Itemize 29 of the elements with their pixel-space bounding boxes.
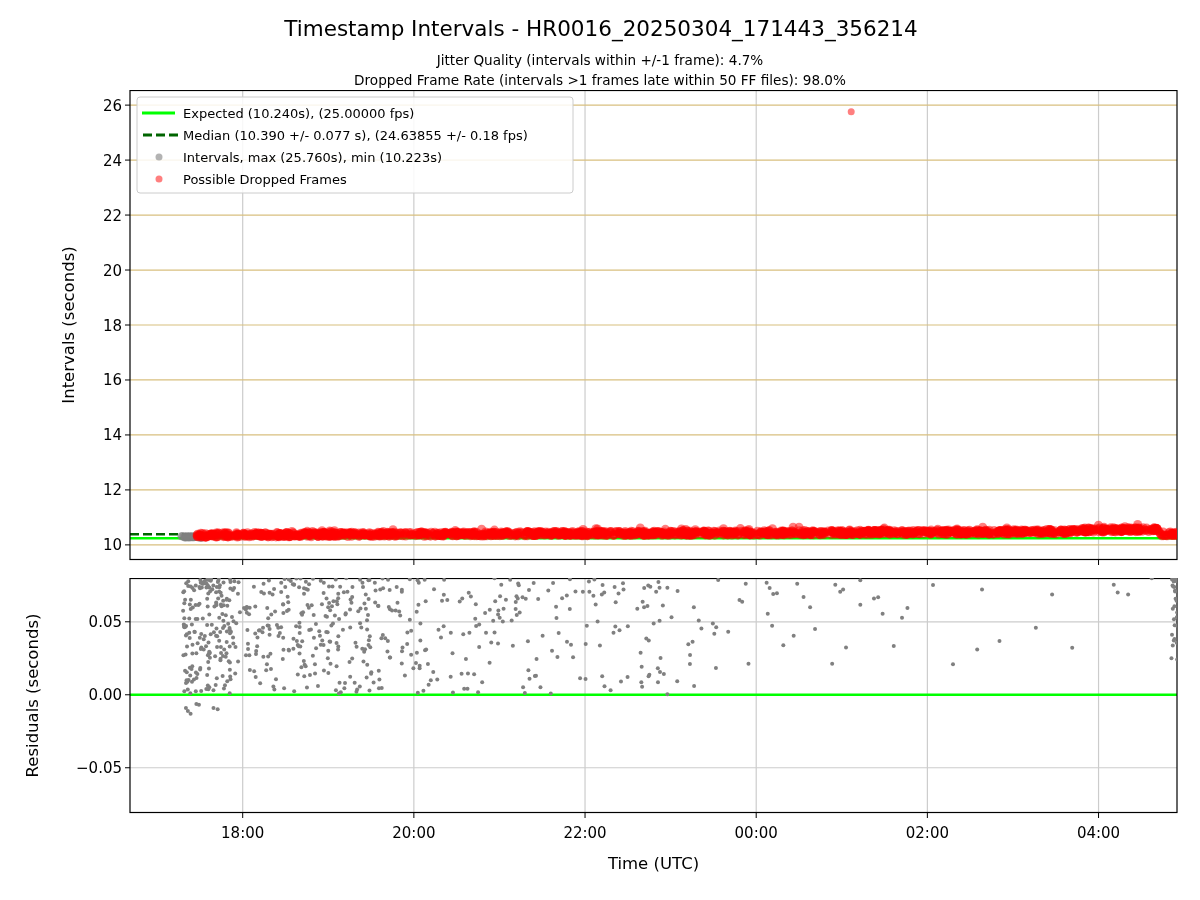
tick-label: 22 <box>102 206 122 225</box>
legend-label: Expected (10.240s), (25.00000 fps) <box>183 105 415 121</box>
outlier-point <box>847 108 855 116</box>
tick-label: 0.05 <box>88 613 122 632</box>
axis-label: Intervals (seconds) <box>59 246 78 404</box>
tick-label: 00:00 <box>734 824 778 842</box>
tick-label: 02:00 <box>905 824 949 842</box>
chart-subtitle: Jitter Quality (intervals within +/-1 frame): 4.7% <box>436 51 764 70</box>
axis-label: Residuals (seconds) <box>23 613 42 778</box>
tick-label: 20:00 <box>392 824 436 842</box>
tick-label: 18 <box>102 316 122 335</box>
tick-label: 16 <box>102 371 122 390</box>
legend-label: Median (10.390 +/- 0.077 s), (24.63855 +/- 0.18 fps) <box>183 127 528 143</box>
tick-label: −0.05 <box>76 759 122 778</box>
legend-label: Intervals, max (25.760s), min (10.223s) <box>183 149 442 165</box>
tick-label: 18:00 <box>221 824 265 842</box>
tick-label: 04:00 <box>1076 824 1121 842</box>
tick-label: 14 <box>102 426 122 445</box>
legend-label: Possible Dropped Frames <box>183 171 347 187</box>
chart-title: Timestamp Intervals - HR0016_20250304_171443_356214 <box>284 16 918 42</box>
tick-label: 24 <box>102 151 122 170</box>
tick-label: 10 <box>102 536 122 555</box>
tick-label: 12 <box>102 481 122 500</box>
tick-label: 20 <box>102 261 122 280</box>
axis-label: Time (UTC) <box>607 854 700 873</box>
tick-label: 0.00 <box>88 686 122 705</box>
chart-subtitle: Dropped Frame Rate (intervals >1 frames late within 50 FF files): 98.0% <box>354 71 846 90</box>
tick-label: 22:00 <box>563 824 607 842</box>
tick-label: 26 <box>102 96 122 115</box>
